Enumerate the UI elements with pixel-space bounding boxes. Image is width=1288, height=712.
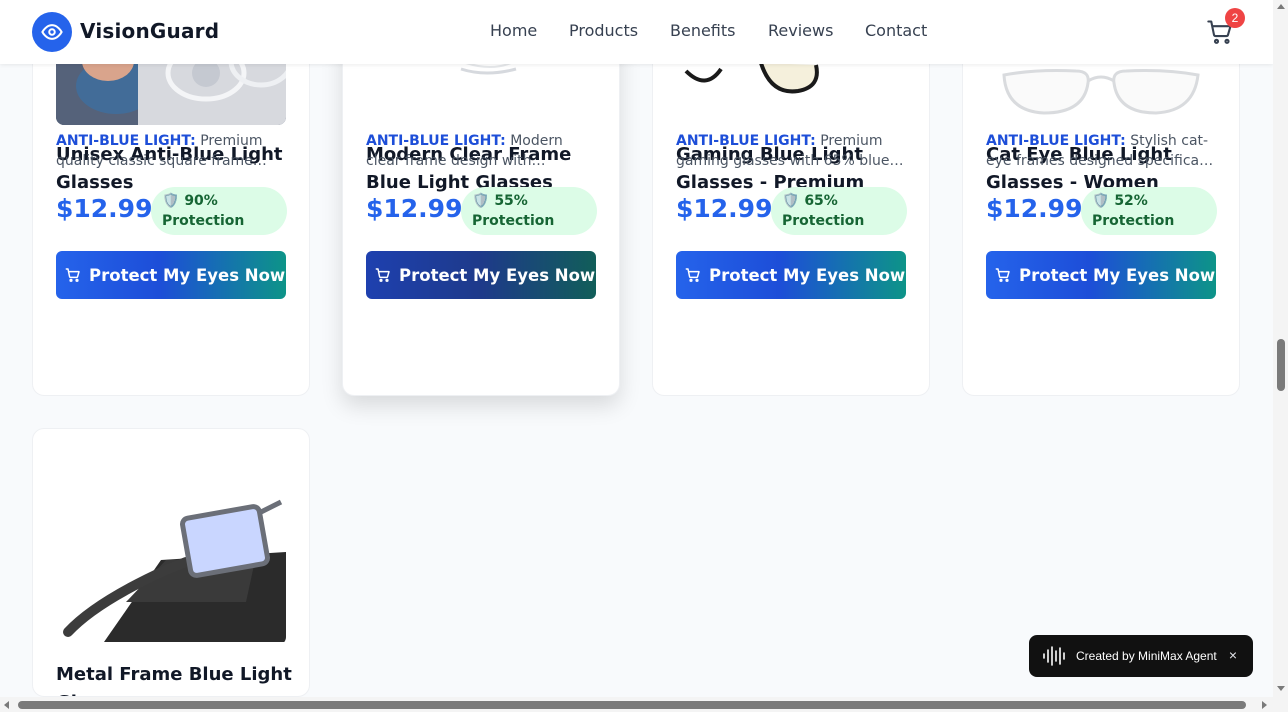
- cart-icon: [375, 268, 390, 282]
- nav-contact[interactable]: Contact: [865, 21, 927, 40]
- product-highlight: ANTI-BLUE LIGHT:: [56, 133, 196, 149]
- product-description: ANTI-BLUE LIGHT: Stylish cat-eye frames …: [986, 131, 1221, 171]
- protection-badge: 🛡️ 65% Protection: [771, 187, 907, 235]
- button-label: Protect My Eyes Now: [399, 265, 596, 285]
- product-title[interactable]: Metal Frame Blue Light Gl…: [56, 661, 296, 696]
- shield-icon: 🛡️: [782, 193, 800, 209]
- product-highlight: ANTI-BLUE LIGHT:: [366, 133, 506, 149]
- nav-benefits[interactable]: Benefits: [670, 21, 736, 40]
- vertical-scrollbar[interactable]: [1273, 0, 1288, 697]
- product-highlight: ANTI-BLUE LIGHT:: [986, 133, 1126, 149]
- protect-eyes-button[interactable]: Protect My Eyes Now: [366, 251, 596, 299]
- product-image[interactable]: [56, 452, 286, 645]
- product-description: ANTI-BLUE LIGHT: Modern clear frame desi…: [366, 131, 601, 171]
- shield-icon: 🛡️: [472, 193, 490, 209]
- protection-badge: 🛡️ 52% Protection: [1081, 187, 1217, 235]
- waveform-icon: [1043, 646, 1065, 666]
- shield-icon: 🛡️: [1092, 193, 1110, 209]
- nav-products[interactable]: Products: [569, 21, 638, 40]
- protect-eyes-button[interactable]: Protect My Eyes Now: [676, 251, 906, 299]
- button-label: Protect My Eyes Now: [1019, 265, 1216, 285]
- brand-name[interactable]: VisionGuard: [80, 19, 219, 43]
- scroll-left-arrow-icon[interactable]: [4, 701, 9, 709]
- button-label: Protect My Eyes Now: [709, 265, 906, 285]
- nav-reviews[interactable]: Reviews: [768, 21, 833, 40]
- product-highlight: ANTI-BLUE LIGHT:: [676, 133, 816, 149]
- horizontal-scroll-thumb[interactable]: [18, 701, 1246, 709]
- horizontal-scrollbar[interactable]: [0, 697, 1273, 712]
- product-price: $12.99: [986, 194, 1083, 223]
- product-price: $12.99: [56, 194, 153, 223]
- vertical-scroll-thumb[interactable]: [1277, 339, 1285, 391]
- protect-eyes-button[interactable]: Protect My Eyes Now: [986, 251, 1216, 299]
- product-description: ANTI-BLUE LIGHT: Premium gaming glasses …: [676, 131, 911, 171]
- product-card: Metal Frame Blue Light Gl…: [32, 428, 310, 697]
- scroll-down-arrow-icon[interactable]: [1277, 686, 1285, 691]
- product-description: ANTI-BLUE LIGHT: Premium quality classic…: [56, 131, 291, 171]
- minimax-toast: Created by MiniMax Agent ×: [1029, 635, 1253, 677]
- shield-icon: 🛡️: [162, 193, 180, 209]
- cart-icon: [995, 268, 1010, 282]
- protection-badge: 🛡️ 90% Protection: [151, 187, 287, 235]
- protection-badge: 🛡️ 55% Protection: [461, 187, 597, 235]
- scrollbar-corner: [1273, 697, 1288, 712]
- close-icon[interactable]: ×: [1229, 647, 1237, 663]
- nav-home[interactable]: Home: [490, 21, 537, 40]
- product-price: $12.99: [366, 194, 463, 223]
- protect-eyes-button[interactable]: Protect My Eyes Now: [56, 251, 286, 299]
- button-label: Protect My Eyes Now: [89, 265, 286, 285]
- cart-count-badge: 2: [1225, 8, 1245, 28]
- product-price: $12.99: [676, 194, 773, 223]
- eye-logo-icon[interactable]: [32, 12, 72, 52]
- cart-icon: [65, 268, 80, 282]
- site-header: VisionGuard Home Products Benefits Revie…: [0, 0, 1273, 64]
- scroll-right-arrow-icon[interactable]: [1262, 701, 1267, 709]
- toast-text: Created by MiniMax Agent: [1076, 649, 1217, 663]
- cart-icon: [685, 268, 700, 282]
- scroll-up-arrow-icon[interactable]: [1277, 4, 1285, 9]
